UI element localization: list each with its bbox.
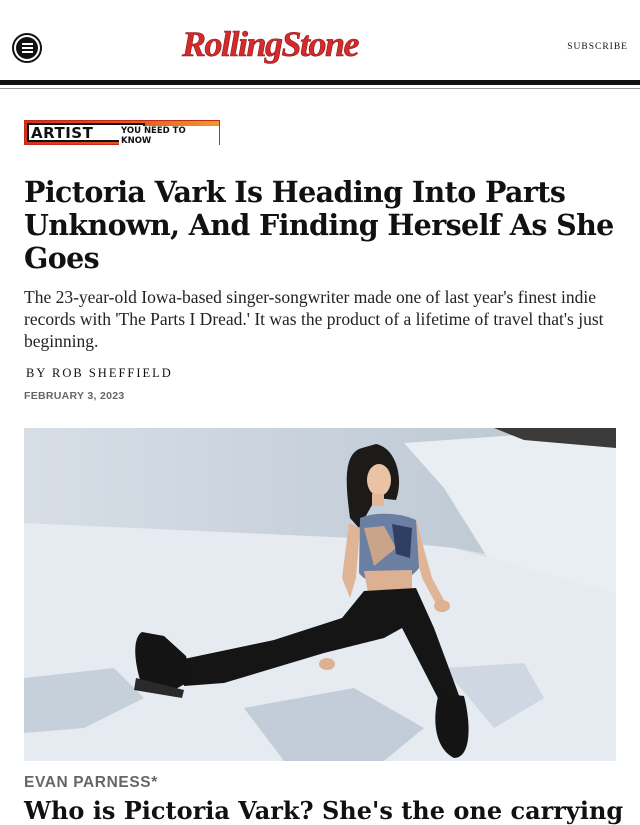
photo-caption: Who is Pictoria Vark? She's the one carr… bbox=[24, 796, 624, 825]
logo-text: RollingStone bbox=[181, 24, 360, 64]
byline-prefix: BY bbox=[26, 366, 47, 380]
rolling-stone-logo[interactable]: RollingStone bbox=[160, 22, 380, 70]
menu-button[interactable] bbox=[12, 33, 42, 63]
article-headline: Pictoria Vark Is Heading Into Parts Unkn… bbox=[24, 175, 614, 275]
header-divider-thin bbox=[0, 88, 640, 89]
publish-date: FEBRUARY 3, 2023 bbox=[24, 390, 125, 402]
artist-you-need-to-know-badge[interactable]: ARTIST YOU NEED TO KNOW bbox=[24, 120, 220, 146]
photo-illustration bbox=[24, 428, 616, 761]
hero-photo bbox=[24, 428, 616, 761]
badge-word: ARTIST bbox=[31, 124, 94, 142]
author-link[interactable]: ROB SHEFFIELD bbox=[52, 366, 173, 380]
badge-tag: YOU NEED TO KNOW bbox=[119, 126, 219, 146]
hamburger-menu-icon bbox=[16, 37, 38, 59]
photo-credit: EVAN PARNESS* bbox=[24, 774, 158, 791]
article-dek: The 23-year-old Iowa-based singer-songwr… bbox=[24, 287, 604, 351]
site-header: RollingStone SUBSCRIBE bbox=[0, 0, 640, 82]
byline: BY ROB SHEFFIELD bbox=[26, 366, 173, 381]
subscribe-link[interactable]: SUBSCRIBE bbox=[567, 42, 628, 52]
header-divider bbox=[0, 80, 640, 85]
